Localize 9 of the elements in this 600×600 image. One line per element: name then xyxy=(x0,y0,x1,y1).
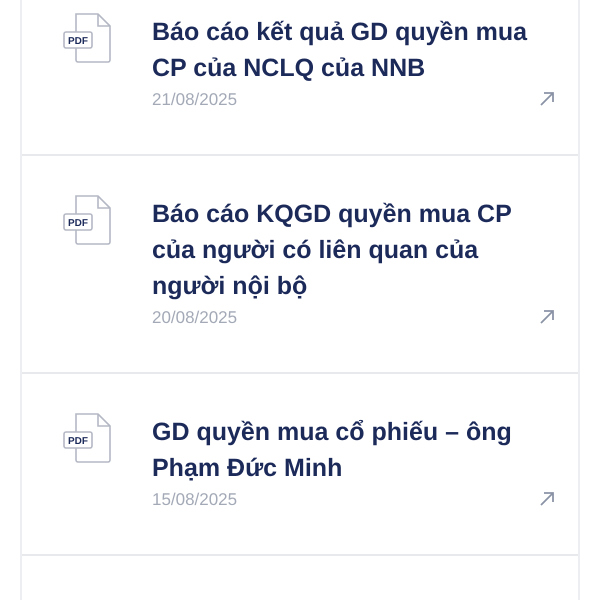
document-title[interactable]: Báo cáo kết quả GD quyền mua CP của NCLQ của NNB xyxy=(152,14,538,86)
document-date: 15/08/2025 xyxy=(152,489,238,511)
document-title[interactable]: GD quyền mua cổ phiếu – ông Phạm Đức Minh xyxy=(152,414,538,486)
external-link-icon[interactable] xyxy=(538,490,556,508)
external-link-icon[interactable] xyxy=(538,308,556,326)
document-date: 20/08/2025 xyxy=(152,307,238,329)
external-link-icon[interactable] xyxy=(538,90,556,108)
document-title[interactable]: Báo cáo KQGD quyền mua CP của người có liên quan của người nội bộ xyxy=(152,196,538,304)
document-date: 21/08/2025 xyxy=(152,89,238,111)
